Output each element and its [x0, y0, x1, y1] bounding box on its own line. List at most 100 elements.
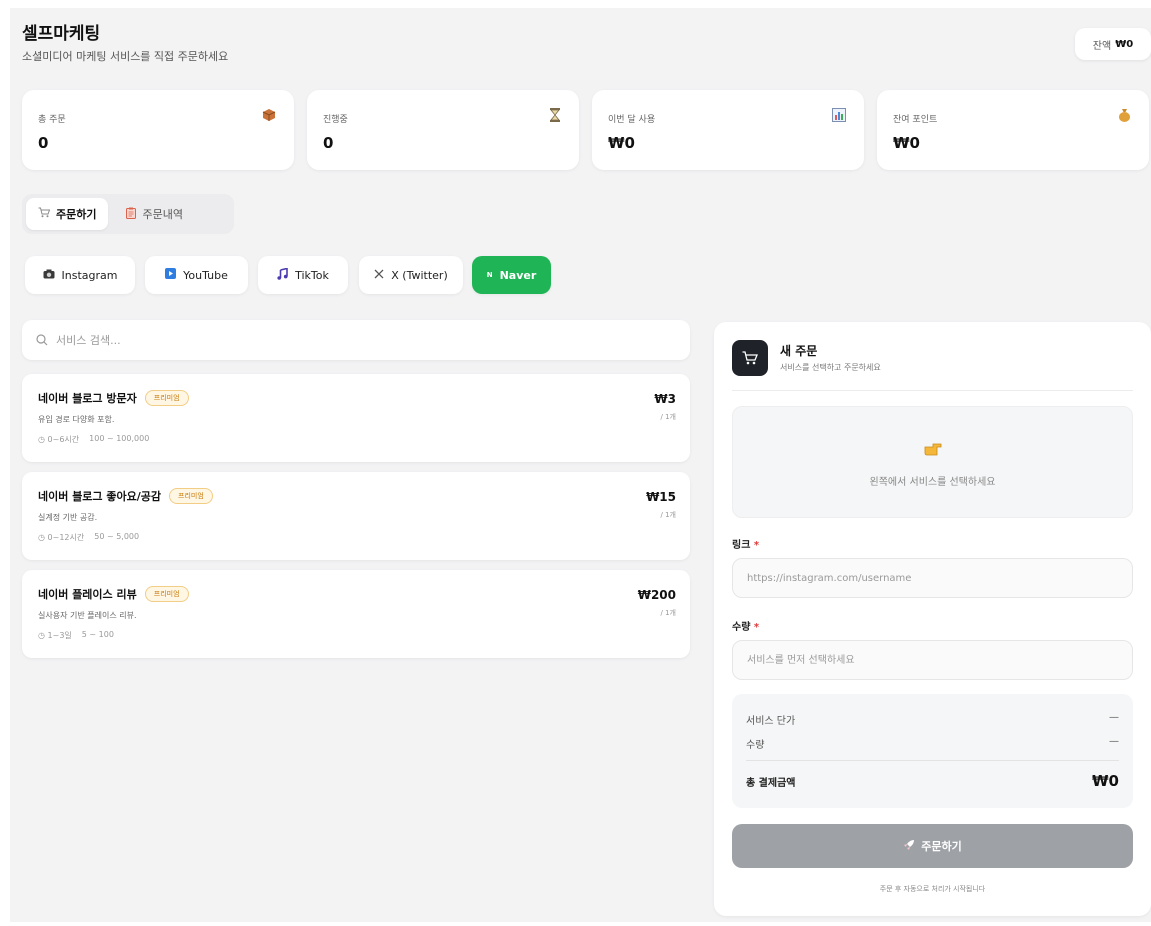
premium-badge: 프리미엄 — [169, 488, 213, 504]
quantity-input[interactable] — [732, 640, 1133, 680]
order-panel-title: 새 주문 — [780, 344, 818, 358]
order-summary: 서비스 단가 — 수량 — 총 결제금액 ₩0 — [732, 694, 1133, 808]
music-note-icon — [277, 266, 288, 283]
tab-order-label: 주문하기 — [56, 208, 97, 221]
stat-card-remaining-points: 잔여 포인트 ₩0 — [877, 90, 1149, 170]
service-card[interactable]: 네이버 플레이스 리뷰 프리미엄 실사용자 기반 플레이스 리뷰. ◷ 1~3일… — [22, 570, 690, 658]
service-range: 100 ~ 100,000 — [89, 434, 150, 443]
premium-badge: 프리미엄 — [144, 390, 189, 406]
platform-naver[interactable]: N Naver — [472, 256, 551, 294]
platform-tiktok-label: TikTok — [295, 268, 329, 282]
service-meta: ◷ 0~6시간 100 ~ 100,000 — [38, 434, 149, 445]
service-unit: / 1개 — [660, 609, 676, 617]
clock-icon: ◷ — [38, 435, 45, 444]
required-mark: * — [753, 540, 760, 551]
hourglass-icon — [549, 108, 561, 126]
clock-icon: ◷ — [38, 533, 45, 542]
empty-selection-placeholder: 왼쪽에서 서비스를 선택하세요 — [732, 406, 1133, 518]
order-note: 주문 후 자동으로 처리가 시작됩니다 — [879, 885, 986, 893]
balance-label: 잔액 — [1092, 40, 1112, 52]
search-icon — [36, 331, 48, 350]
clock-icon: ◷ — [38, 631, 45, 640]
service-unit: / 1개 — [660, 413, 676, 421]
summary-total-row: 총 결제금액 ₩0 — [746, 772, 1119, 790]
link-input[interactable] — [732, 558, 1133, 598]
unit-price-label: 서비스 단가 — [746, 716, 796, 727]
platform-naver-label: Naver — [499, 268, 537, 282]
package-icon — [262, 108, 276, 126]
service-name: 네이버 블로그 좋아요/공감 — [38, 490, 161, 503]
submit-order-label: 주문하기 — [921, 840, 962, 853]
service-time: 0~6시간 — [47, 435, 80, 444]
balance-pill[interactable]: 잔액 ₩0 — [1075, 28, 1151, 60]
cart-icon — [38, 207, 51, 221]
platform-instagram[interactable]: Instagram — [25, 256, 135, 294]
platform-instagram-label: Instagram — [61, 268, 118, 282]
platform-youtube-label: YouTube — [183, 268, 228, 282]
page-title: 셀프마케팅 — [22, 24, 101, 44]
service-description: 실계정 기반 공감. — [38, 513, 98, 522]
service-unit: / 1개 — [660, 511, 676, 519]
stat-card-in-progress: 진행중 0 — [307, 90, 579, 170]
page-header: 셀프마케팅 소셜미디어 마케팅 서비스를 직접 주문하세요 — [22, 24, 228, 64]
service-description: 유입 경로 다양화 포함. — [38, 415, 115, 424]
summary-quantity-row: 수량 — — [746, 736, 1119, 751]
tab-order-history-label: 주문내역 — [142, 208, 183, 221]
platform-x-twitter[interactable]: X (Twitter) — [359, 256, 463, 294]
search-input[interactable] — [56, 333, 656, 347]
stat-value: 0 — [38, 134, 49, 152]
service-description: 실사용자 기반 플레이스 리뷰. — [38, 611, 137, 620]
total-label: 총 결제금액 — [746, 777, 796, 789]
cart-icon — [732, 340, 768, 376]
service-meta: ◷ 0~12시간 50 ~ 5,000 — [38, 532, 139, 543]
service-card[interactable]: 네이버 블로그 방문자 프리미엄 유입 경로 다양화 포함. ◷ 0~6시간 1… — [22, 374, 690, 462]
naver-n-icon: N — [486, 271, 493, 279]
x-logo-icon — [374, 269, 384, 282]
play-icon — [165, 268, 177, 282]
stat-card-monthly-usage: 이번 달 사용 ₩0 — [592, 90, 864, 170]
service-card[interactable]: 네이버 블로그 좋아요/공감 프리미엄 실계정 기반 공감. ◷ 0~12시간 … — [22, 472, 690, 560]
search-box — [22, 320, 690, 360]
app-container: 셀프마케팅 소셜미디어 마케팅 서비스를 직접 주문하세요 잔액 ₩0 총 주문… — [10, 8, 1151, 922]
platform-x-twitter-label: X (Twitter) — [391, 268, 448, 282]
premium-badge: 프리미엄 — [144, 586, 189, 602]
pointing-hand-icon — [733, 441, 1132, 462]
stat-label: 총 주문 — [38, 115, 66, 125]
submit-order-button[interactable]: 주문하기 — [732, 824, 1133, 868]
stat-value: ₩0 — [893, 134, 920, 152]
stat-label: 잔여 포인트 — [893, 115, 938, 125]
new-order-panel: 새 주문 서비스를 선택하고 주문하세요 왼쪽에서 서비스를 선택하세요 링크 … — [714, 322, 1151, 916]
clipboard-icon — [126, 207, 137, 222]
service-name: 네이버 블로그 방문자 — [38, 392, 137, 405]
stat-card-total-orders: 총 주문 0 — [22, 90, 294, 170]
service-price: ₩3 — [654, 392, 676, 406]
service-time: 0~12시간 — [47, 533, 85, 542]
stat-label: 진행중 — [323, 115, 348, 125]
service-time: 1~3일 — [47, 631, 72, 640]
required-mark: * — [753, 622, 760, 633]
chart-icon — [832, 108, 846, 126]
tab-order[interactable]: 주문하기 — [26, 198, 109, 230]
quantity-row-value: — — [1109, 736, 1119, 747]
total-value: ₩0 — [1092, 772, 1119, 790]
service-range: 50 ~ 5,000 — [94, 532, 140, 541]
platform-tiktok[interactable]: TikTok — [258, 256, 348, 294]
platform-youtube[interactable]: YouTube — [145, 256, 248, 294]
stat-label: 이번 달 사용 — [608, 115, 656, 125]
camera-icon — [43, 269, 55, 282]
stat-value: 0 — [323, 134, 334, 152]
balance-value: ₩0 — [1115, 38, 1134, 50]
empty-selection-message: 왼쪽에서 서비스를 선택하세요 — [869, 477, 996, 488]
stat-value: ₩0 — [608, 134, 635, 152]
service-price: ₩15 — [646, 490, 676, 504]
tab-order-history[interactable]: 주문내역 — [114, 198, 194, 230]
service-price: ₩200 — [637, 588, 676, 602]
service-name: 네이버 플레이스 리뷰 — [38, 588, 137, 601]
rocket-icon — [903, 839, 915, 854]
divider — [732, 390, 1133, 391]
quantity-row-label: 수량 — [746, 740, 765, 751]
service-range: 5 ~ 100 — [81, 630, 114, 639]
summary-unit-price-row: 서비스 단가 — — [746, 712, 1119, 727]
main-tabs: 주문하기 주문내역 — [22, 194, 234, 234]
unit-price-value: — — [1109, 712, 1119, 723]
